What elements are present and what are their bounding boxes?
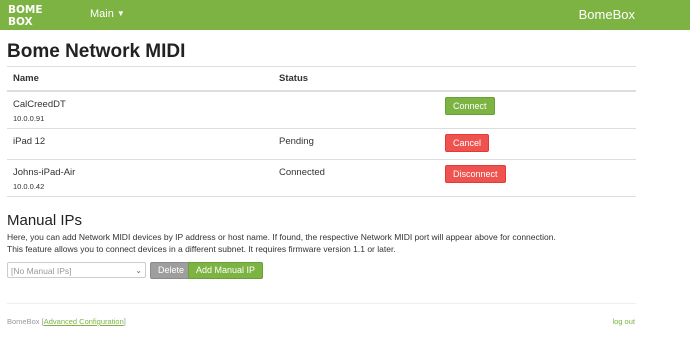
device-ip: 10.0.0.42 bbox=[13, 182, 45, 191]
main-menu-label: Main bbox=[90, 8, 114, 20]
table-row: CalCreedDT 10.0.0.91 Connect bbox=[7, 90, 636, 129]
logout-link[interactable]: log out bbox=[612, 317, 635, 326]
disconnect-button[interactable]: Disconnect bbox=[445, 165, 506, 183]
devices-table: Name Status CalCreedDT 10.0.0.91 Connect… bbox=[7, 66, 636, 197]
manual-ip-select[interactable]: [No Manual IPs] ⌄ bbox=[7, 262, 146, 278]
connect-button[interactable]: Connect bbox=[445, 97, 495, 115]
device-ip: 10.0.0.91 bbox=[13, 114, 45, 123]
footer-divider bbox=[7, 303, 636, 304]
device-name: iPad 12 bbox=[13, 136, 46, 147]
device-status: Connected bbox=[279, 167, 325, 178]
device-name: CalCreedDT bbox=[13, 99, 66, 110]
table-row: Johns-iPad-Air 10.0.0.42 Connected Disco… bbox=[7, 159, 636, 197]
page-title: Bome Network MIDI bbox=[7, 41, 186, 62]
chevron-down-icon: ⌄ bbox=[135, 266, 142, 275]
advanced-configuration-link[interactable]: Advanced Configuration bbox=[44, 317, 124, 326]
footer-brand: BomeBox bbox=[7, 317, 40, 326]
column-header-status: Status bbox=[273, 66, 439, 92]
footer-close-bracket: ] bbox=[123, 317, 126, 326]
manual-desc-line-2: This feature allows you to connect devic… bbox=[7, 244, 396, 254]
device-status: Pending bbox=[279, 136, 314, 147]
cancel-button[interactable]: Cancel bbox=[445, 134, 490, 152]
brand-title[interactable]: BomeBox bbox=[579, 7, 635, 22]
manual-ip-select-value: [No Manual IPs] bbox=[11, 266, 72, 276]
caret-down-icon: ▼ bbox=[116, 9, 125, 18]
manual-desc-line-1: Here, you can add Network MIDI devices b… bbox=[7, 232, 556, 242]
column-header-name: Name bbox=[7, 66, 273, 92]
bomebox-logo[interactable]: BOME BOX bbox=[7, 3, 53, 27]
svg-text:BOME: BOME bbox=[8, 4, 43, 16]
footer-left: BomeBox [Advanced Configuration] bbox=[7, 317, 126, 326]
top-navbar: BOME BOX Main ▼ BomeBox bbox=[0, 0, 690, 30]
delete-button[interactable]: Delete bbox=[150, 262, 193, 279]
table-row: iPad 12 Pending Cancel bbox=[7, 128, 636, 160]
table-header-row: Name Status bbox=[7, 66, 636, 92]
svg-text:BOX: BOX bbox=[8, 16, 33, 27]
manual-ips-title: Manual IPs bbox=[7, 212, 83, 229]
manual-ips-description: Here, you can add Network MIDI devices b… bbox=[7, 231, 637, 255]
device-name: Johns-iPad-Air bbox=[13, 167, 76, 178]
add-manual-ip-button[interactable]: Add Manual IP bbox=[188, 262, 264, 279]
column-header-action bbox=[439, 66, 636, 92]
main-menu-dropdown[interactable]: Main ▼ bbox=[90, 8, 125, 20]
